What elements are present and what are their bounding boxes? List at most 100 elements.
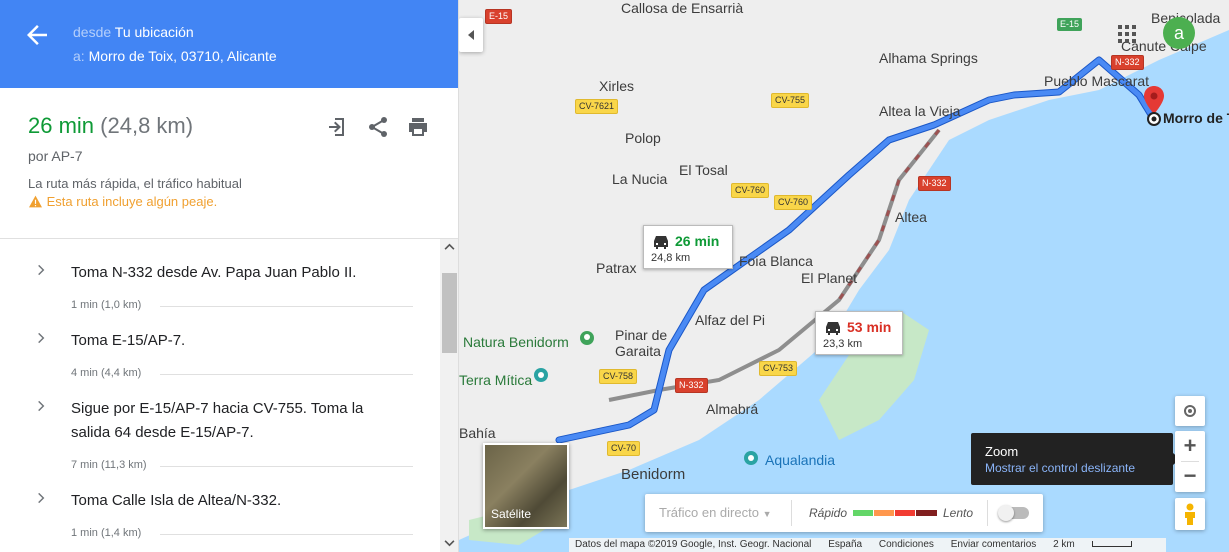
print-icon[interactable] [406,115,430,139]
step-divider [160,374,413,375]
destination-line[interactable]: a: Morro de Toix, 03710, Alicante [73,48,277,64]
car-icon [826,322,840,335]
caret-left-icon [468,30,474,40]
origin-line[interactable]: desde Tu ubicación [73,24,194,40]
step-text: Toma N-332 desde Av. Papa Juan Pablo II. [71,264,357,281]
collapse-panel-button[interactable] [459,18,483,52]
road-sign: CV-7621 [575,99,619,114]
car-icon [654,236,668,249]
road-sign: CV-755 [771,93,810,108]
place-label: Benidorm [621,466,686,483]
satellite-toggle[interactable]: Satélite [483,443,569,529]
scroll-down-icon[interactable] [444,539,455,547]
traffic-label: Tráfico en directo [659,505,759,520]
zoom-in-button[interactable]: + [1175,431,1205,461]
step-divider [160,466,413,467]
chevron-right-icon [38,332,45,344]
send-to-phone-icon[interactable] [326,115,350,139]
steps-scrollbar[interactable] [440,239,458,552]
place-label: Patrax [596,260,637,276]
route-primary-callout[interactable]: 26 min 24,8 km [643,225,733,269]
place-label: Foia Blanca [739,253,813,269]
traffic-dropdown[interactable]: Tráfico en directo ▼ [659,505,772,520]
zoom-tooltip: Zoom Mostrar el control deslizante [971,433,1180,485]
chevron-right-icon [38,492,45,504]
attraction-icon [534,368,548,382]
place-label: El Tosal [679,162,728,178]
road-sign: N-332 [918,176,951,191]
traffic-legend-bar [853,510,937,516]
apps-grid-icon[interactable] [1117,24,1137,44]
route-primary-duration: 26 min [675,233,720,249]
destination-pin-icon [1144,86,1164,114]
scale-value: 2 km [1053,539,1075,550]
route-distance: (24,8 km) [100,113,194,138]
country-link[interactable]: España [828,539,862,550]
avatar[interactable]: a [1163,17,1195,49]
road-sign: E-15 [1057,18,1083,31]
traffic-panel: Tráfico en directo ▼ Rápido Lento [645,494,1043,532]
route-primary-distance: 24,8 km [651,252,691,264]
zoom-tooltip-title: Zoom [985,444,1019,459]
back-arrow-icon[interactable] [22,20,52,50]
directions-header: desde Tu ubicación a: Morro de Toix, 037… [0,0,458,88]
step-divider [160,306,413,307]
place-label: El Planet [801,270,858,286]
place-label: Callosa de Ensarrià [621,0,744,16]
destination-marker-icon [1147,112,1161,126]
pegman-button[interactable] [1175,498,1205,530]
attraction-icon [744,451,758,465]
place-label: Terra Mítica [459,372,533,388]
place-label: Pueblo Mascarat [1044,73,1150,89]
road-sign: N-332 [675,378,708,393]
step-meta: 4 min (4,4 km) [71,367,142,379]
terms-link[interactable]: Condiciones [879,539,934,550]
place-label: Bahía [459,425,496,441]
place-label: Alfaz del Pi [695,312,766,328]
place-label: Natura Benidorm [463,334,569,350]
place-label: Alhama Springs [879,50,978,66]
toggle-knob [998,505,1014,521]
destination-value: Morro de Toix, 03710, Alicante [88,48,277,64]
place-label: Altea [895,209,927,225]
plus-icon: + [1183,433,1197,458]
route-summary: 26 min (24,8 km) por AP-7 La ruta más rá… [0,88,458,239]
chevron-right-icon [38,264,45,276]
step-divider [160,534,413,535]
traffic-fast-swatch [853,510,873,516]
zoom-slider-link[interactable]: Mostrar el control deslizante [985,461,1135,475]
road-sign: CV-760 [731,183,770,198]
road-sign: CV-758 [599,369,638,384]
origin-prefix: desde [73,24,112,40]
map-footer: Datos del mapa ©2019 Google, Inst. Geogr… [569,538,1166,552]
map-canvas[interactable]: Callosa de Ensarrià Xirles Polop El Tosa… [459,0,1229,552]
zoom-out-button[interactable]: − [1175,462,1205,492]
divider [791,500,792,526]
route-alt-callout[interactable]: 53 min 23,3 km [815,311,903,355]
feedback-link[interactable]: Enviar comentarios [951,539,1037,550]
destination-prefix: a: [73,48,85,64]
share-icon[interactable] [366,115,390,139]
crosshair-icon [1184,405,1196,417]
route-alt-duration: 53 min [847,319,892,335]
origin-value: Tu ubicación [114,24,194,40]
route-duration-line: 26 min (24,8 km) [28,113,193,139]
step-text: Toma E-15/AP-7. [71,332,186,349]
scroll-up-icon[interactable] [444,243,455,251]
traffic-fast-label: Rápido [809,506,848,520]
dropdown-caret-icon: ▼ [762,509,772,519]
park-icon [580,331,594,345]
traffic-toggle[interactable] [998,505,1029,521]
scrollbar-thumb[interactable] [442,273,457,353]
route-duration: 26 min [28,113,95,138]
step-text: Sigue por E-15/AP-7 hacia CV-755. Toma l… [71,400,364,441]
traffic-medium-swatch [874,510,894,516]
scale-label[interactable]: 2 km [1053,539,1145,550]
place-label: Xirles [599,78,635,94]
chevron-right-icon [38,400,45,412]
zoom-control: + − [1175,431,1205,492]
place-label: Aqualandia [765,452,836,468]
my-location-button[interactable] [1175,396,1205,426]
step-meta: 1 min (1,4 km) [71,527,142,539]
divider [987,500,988,526]
